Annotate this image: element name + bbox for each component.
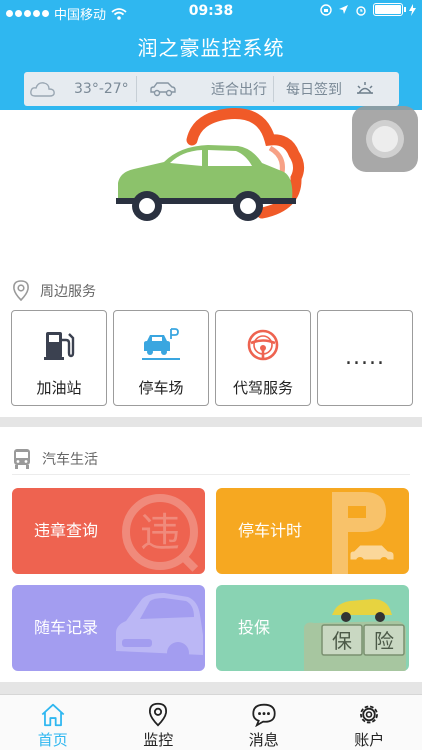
section-title: 汽车生活 bbox=[42, 452, 98, 468]
checkin-button[interactable]: 每日签到 bbox=[274, 72, 399, 106]
car-outline-icon bbox=[150, 82, 176, 97]
service-label: 代驾服务 bbox=[232, 379, 293, 397]
header: 中国移动 09:38 润之豪监控系统 33°-27° 适合出行 每日签到 bbox=[0, 0, 422, 110]
hero-car-logo bbox=[116, 108, 305, 221]
service-designated-driver[interactable]: 代驾服务 bbox=[215, 310, 311, 406]
home-icon bbox=[41, 703, 65, 727]
app-screen: 中国移动 09:38 润之豪监控系统 33°-27° 适合出行 每日签到 周边服… bbox=[0, 0, 422, 750]
travel-text: 适合出行 bbox=[211, 82, 267, 98]
parking-timer-card[interactable]: 停车计时 bbox=[216, 488, 409, 574]
insurance-money-icon: 保 险 bbox=[304, 599, 406, 671]
card-label: 停车计时 bbox=[238, 521, 303, 540]
rotation-lock-icon bbox=[320, 3, 332, 16]
section-separator bbox=[0, 417, 422, 427]
car-life-heading: 汽车生活 bbox=[12, 448, 98, 470]
steering-wheel-icon bbox=[247, 329, 279, 361]
divider bbox=[12, 474, 410, 475]
travel-widget[interactable]: 适合出行 bbox=[137, 72, 273, 106]
bottom-tab-bar: 首页 监控 消息 账户 bbox=[0, 694, 422, 750]
card-label: 违章查询 bbox=[34, 521, 99, 540]
status-bar: 中国移动 09:38 bbox=[0, 0, 422, 24]
tab-label: 监控 bbox=[143, 731, 174, 749]
info-bar: 33°-27° 适合出行 每日签到 bbox=[24, 72, 399, 106]
tab-label: 账户 bbox=[354, 731, 385, 749]
page-title: 润之豪监控系统 bbox=[137, 36, 285, 60]
location-pin-icon bbox=[149, 702, 168, 727]
cloud-icon bbox=[30, 82, 55, 97]
violation-stamp-icon: 违 bbox=[122, 494, 199, 572]
tab-label: 首页 bbox=[37, 731, 68, 749]
gas-pump-icon bbox=[44, 332, 75, 360]
more-services-button[interactable]: ..... bbox=[317, 310, 413, 406]
service-gas-station[interactable]: 加油站 bbox=[11, 310, 107, 406]
tab-label: 消息 bbox=[248, 731, 279, 749]
service-label: 停车场 bbox=[138, 379, 184, 397]
service-parking[interactable]: 停车场 bbox=[113, 310, 209, 406]
charging-icon bbox=[409, 3, 416, 16]
assistive-touch-button[interactable] bbox=[352, 106, 418, 172]
nearby-services-heading: 周边服务 bbox=[12, 280, 96, 302]
parking-timer-icon bbox=[332, 492, 395, 574]
tab-monitor[interactable]: 监控 bbox=[106, 695, 212, 750]
more-label: ..... bbox=[345, 345, 385, 370]
vehicle-record-card[interactable]: 随车记录 bbox=[12, 585, 205, 671]
card-label: 投保 bbox=[238, 618, 271, 637]
nearby-services-grid: 加油站 停车场 代驾服务 ..... bbox=[11, 310, 413, 406]
section-separator bbox=[0, 682, 422, 694]
bus-icon bbox=[14, 449, 30, 469]
service-label: 加油站 bbox=[36, 379, 82, 397]
tab-home[interactable]: 首页 bbox=[0, 695, 106, 750]
location-pin-icon bbox=[13, 280, 29, 302]
location-arrow-icon bbox=[339, 5, 348, 14]
insurance-mark-a: 保 bbox=[332, 629, 352, 653]
violation-query-card[interactable]: 违 违章查询 bbox=[12, 488, 205, 574]
tab-messages[interactable]: 消息 bbox=[211, 695, 317, 750]
insurance-mark-b: 险 bbox=[374, 629, 394, 653]
battery-icon bbox=[373, 3, 406, 16]
car-front-icon bbox=[116, 593, 203, 664]
sun-icon bbox=[357, 82, 373, 94]
alarm-icon bbox=[356, 5, 366, 16]
tab-account[interactable]: 账户 bbox=[317, 695, 422, 750]
weather-widget[interactable]: 33°-27° bbox=[24, 72, 136, 106]
section-title: 周边服务 bbox=[40, 284, 96, 300]
violation-mark: 违 bbox=[140, 510, 180, 556]
card-label: 随车记录 bbox=[34, 618, 99, 637]
gear-icon bbox=[360, 705, 379, 724]
insurance-card[interactable]: 保 险 投保 bbox=[216, 585, 409, 671]
chat-bubble-icon bbox=[252, 703, 276, 727]
parking-icon bbox=[142, 328, 180, 360]
checkin-label: 每日签到 bbox=[286, 82, 342, 98]
temperature-text: 33°-27° bbox=[74, 81, 129, 97]
